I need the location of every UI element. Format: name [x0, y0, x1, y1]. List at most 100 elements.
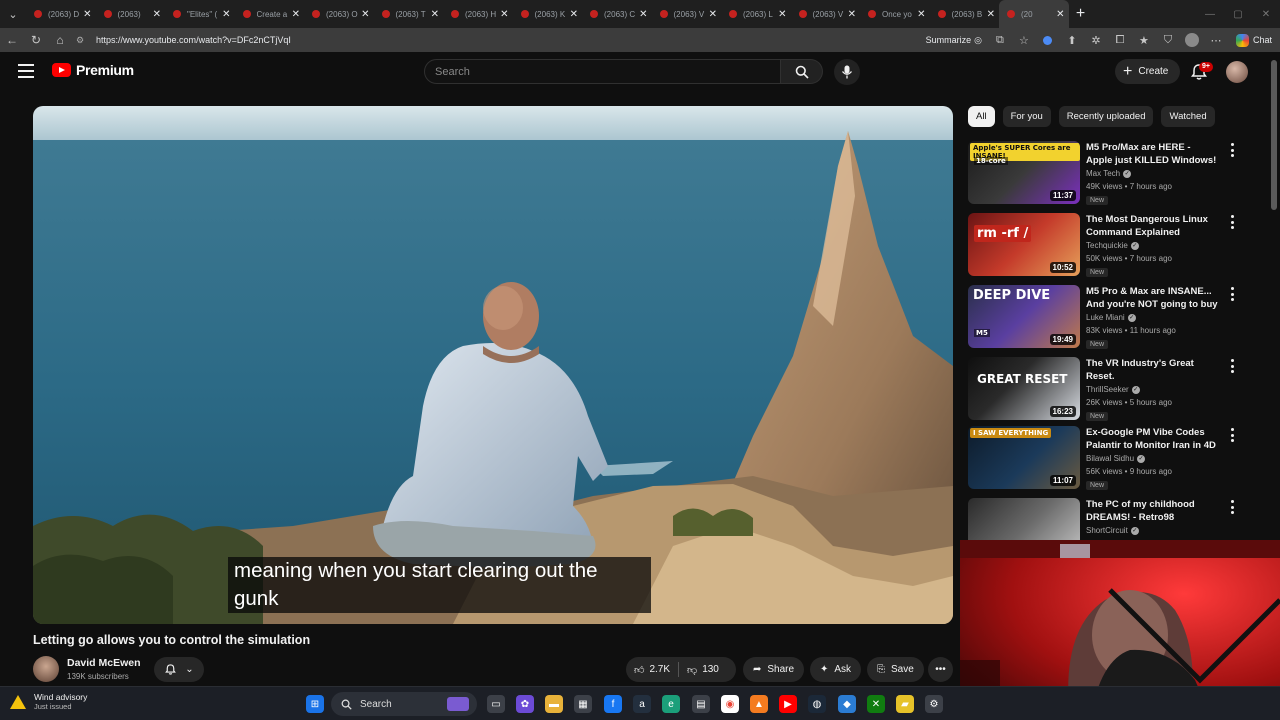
close-tab-icon[interactable]: ✕	[500, 9, 508, 20]
close-tab-icon[interactable]: ✕	[848, 9, 856, 20]
calculator-icon[interactable]: ▤	[692, 695, 710, 713]
channel-name[interactable]: David McEwen	[67, 657, 141, 669]
shield-icon[interactable]: ⛉	[1156, 28, 1180, 52]
more-vert-icon[interactable]	[1228, 287, 1236, 301]
video-thumbnail[interactable]: GREAT RESET 16:23	[968, 357, 1080, 420]
hamburger-menu-icon[interactable]	[18, 64, 34, 78]
favorites-icon[interactable]: ★	[1132, 28, 1156, 52]
browser-tab[interactable]: (2063) L ✕	[721, 0, 791, 28]
browser-tab[interactable]: (2063) V ✕	[791, 0, 861, 28]
steam-icon[interactable]: ◍	[808, 695, 826, 713]
new-tab-button[interactable]: +	[1069, 0, 1093, 28]
share-button[interactable]: ➦ Share	[743, 657, 805, 682]
close-tab-icon[interactable]: ✕	[1056, 9, 1064, 20]
task-view-icon[interactable]: ▭	[487, 695, 505, 713]
close-tab-icon[interactable]: ✕	[83, 9, 91, 20]
profile-icon[interactable]	[1180, 28, 1204, 52]
recommended-channel[interactable]: Max Tech ✓	[1086, 169, 1132, 178]
browser-tab[interactable]: Create a ✕	[235, 0, 305, 28]
notes-icon[interactable]: ▰	[896, 695, 914, 713]
browser-tab[interactable]: (2063) K ✕	[513, 0, 583, 28]
more-vert-icon[interactable]	[1228, 428, 1236, 442]
browser-tab[interactable]: (2063) D ✕	[26, 0, 96, 28]
video-thumbnail[interactable]: Apple's SUPER Cores are INSANE! 18-core 11…	[968, 141, 1080, 204]
recommended-video[interactable]: DEEP DIVE M5 19:49 M5 Pro & Max are INSANE.…	[968, 285, 1248, 351]
video-player[interactable]	[33, 106, 953, 624]
facebook-icon[interactable]: f	[604, 695, 622, 713]
settings-gear-icon[interactable]: ⚙	[925, 695, 943, 713]
recommended-channel[interactable]: ThrillSeeker ✓	[1086, 385, 1140, 394]
video-thumbnail[interactable]: rm -rf / 10:52	[968, 213, 1080, 276]
recommended-title[interactable]: The Most Dangerous Linux Command Explain…	[1086, 213, 1218, 239]
recommended-title[interactable]: The VR Industry's Great Reset.	[1086, 357, 1218, 383]
recommended-channel[interactable]: Luke Miani ✓	[1086, 313, 1136, 322]
voice-search-button[interactable]	[834, 59, 860, 85]
browser-tab[interactable]: "Elites" (✕	[165, 0, 235, 28]
recommended-title[interactable]: M5 Pro & Max are INSANE... And you're NO…	[1086, 285, 1218, 311]
app-icon-orange[interactable]: ▲	[750, 695, 768, 713]
close-tab-icon[interactable]: ✕	[778, 9, 786, 20]
browser-tab[interactable]: (20 ✕	[999, 0, 1069, 28]
video-thumbnail[interactable]: DEEP DIVE M5 19:49	[968, 285, 1080, 348]
copilot-chat-button[interactable]: Chat	[1228, 33, 1280, 47]
site-info-icon[interactable]: ⚙	[76, 35, 90, 46]
extension-blue-icon[interactable]	[1036, 28, 1060, 52]
copilot-taskbar-icon[interactable]: ✿	[516, 695, 534, 713]
filter-chip[interactable]: For you	[1002, 106, 1051, 127]
extension-gear-icon[interactable]: ✲	[1084, 28, 1108, 52]
browser-tab[interactable]: (2063) B ✕	[930, 0, 1000, 28]
browser-tab[interactable]: (2063) T ✕	[374, 0, 444, 28]
xbox-icon[interactable]: ✕	[867, 695, 885, 713]
weather-widget[interactable]: Wind advisory Just issued	[10, 692, 87, 711]
extension-puzzle-icon[interactable]: ⧠	[1108, 28, 1132, 52]
close-tab-icon[interactable]: ✕	[153, 9, 161, 20]
recommended-video[interactable]: GREAT RESET 16:23 The VR Industry's Great …	[968, 357, 1248, 423]
browser-tab[interactable]: Once yo ✕	[860, 0, 930, 28]
scrollbar-thumb[interactable]	[1271, 60, 1277, 210]
filter-chip[interactable]: All	[968, 106, 995, 127]
more-vert-icon[interactable]	[1228, 359, 1236, 373]
tab-search-chevron-icon[interactable]: ⌄	[0, 0, 26, 28]
search-button[interactable]	[781, 59, 823, 84]
bookmark-star-icon[interactable]: ☆	[1012, 28, 1036, 52]
save-button[interactable]: ⎘ Save	[867, 657, 924, 682]
youtube-premium-logo[interactable]: Premium	[52, 62, 134, 78]
home-button[interactable]: ⌂	[48, 28, 72, 52]
recommended-channel[interactable]: ShortCircuit ✓	[1086, 526, 1139, 535]
browser-tab[interactable]: (2063) ✕	[96, 0, 166, 28]
user-avatar[interactable]	[1226, 61, 1248, 83]
close-tab-icon[interactable]: ✕	[361, 9, 369, 20]
close-tab-icon[interactable]: ✕	[709, 9, 717, 20]
recommended-video[interactable]: Apple's SUPER Cores are INSANE! 18-core 11…	[968, 141, 1248, 207]
close-tab-icon[interactable]: ✕	[987, 9, 995, 20]
close-window-button[interactable]: ✕	[1252, 0, 1280, 28]
minimize-button[interactable]: —	[1196, 0, 1224, 28]
ask-button[interactable]: ✦ Ask	[810, 657, 862, 682]
close-tab-icon[interactable]: ✕	[917, 9, 925, 20]
youtube-icon[interactable]: ▶	[779, 695, 797, 713]
recommended-channel[interactable]: Techquickie ✓	[1086, 241, 1139, 250]
close-tab-icon[interactable]: ✕	[570, 9, 578, 20]
channel-avatar[interactable]	[33, 656, 59, 682]
notification-settings-button[interactable]: ⌄	[154, 657, 204, 682]
app-icon-blue[interactable]: ◆	[838, 695, 856, 713]
browser-tab[interactable]: (2063) C ✕	[582, 0, 652, 28]
recommended-video[interactable]: rm -rf / 10:52 The Most Dangerous Linux Co…	[968, 213, 1248, 279]
taskbar-search[interactable]: Search	[331, 692, 477, 716]
reload-button[interactable]: ↻	[24, 28, 48, 52]
filter-chip[interactable]: Watched	[1161, 106, 1215, 127]
edge-icon[interactable]: e	[662, 695, 680, 713]
file-explorer-icon[interactable]: ▬	[545, 695, 563, 713]
browser-tab[interactable]: (2063) O ✕	[304, 0, 374, 28]
close-tab-icon[interactable]: ✕	[292, 9, 300, 20]
filter-chip[interactable]: Recently uploaded	[1058, 106, 1154, 127]
recommended-title[interactable]: The PC of my childhood DREAMS! - Retro98	[1086, 498, 1218, 524]
extension-arrow-icon[interactable]: ⬆	[1060, 28, 1084, 52]
store-icon[interactable]: ▦	[574, 695, 592, 713]
search-input[interactable]: Search	[424, 59, 781, 84]
browser-tab[interactable]: (2063) H ✕	[443, 0, 513, 28]
like-button[interactable]: 👍︎ 2.7K	[626, 657, 678, 682]
create-button[interactable]: + Create	[1115, 59, 1181, 84]
install-app-icon[interactable]: ⧉	[988, 28, 1012, 52]
more-actions-button[interactable]: •••	[928, 657, 953, 682]
